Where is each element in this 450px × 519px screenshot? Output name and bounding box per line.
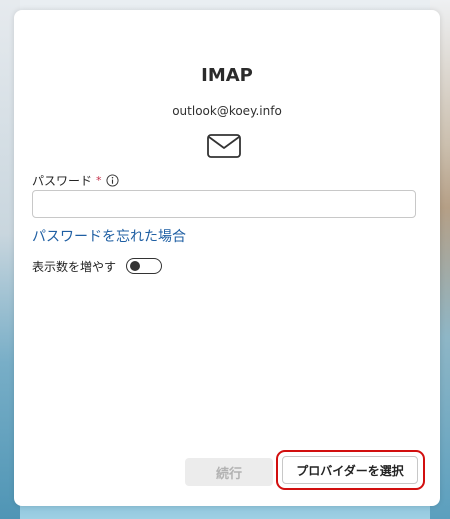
choose-provider-button[interactable]: プロバイダーを選択 — [282, 456, 418, 484]
password-label-row: パスワード * — [32, 170, 119, 190]
toggle-knob — [130, 261, 141, 271]
more-options-label: 表示数を増やす — [32, 259, 117, 274]
required-indicator: * — [96, 173, 102, 187]
imap-dialog: IMAP outlook@koey.info パスワード * パスワードを忘れた… — [14, 10, 440, 506]
info-icon[interactable] — [105, 173, 119, 187]
account-email: outlook@koey.info — [172, 104, 282, 118]
forgot-password-link[interactable]: パスワードを忘れた場合 — [32, 226, 186, 246]
more-options-row: 表示数を増やす — [32, 255, 163, 277]
dialog-title: IMAP — [201, 65, 253, 86]
more-options-toggle[interactable] — [126, 258, 163, 274]
continue-button[interactable]: 続行 — [185, 458, 273, 486]
mail-icon — [207, 134, 241, 158]
password-label: パスワード — [32, 173, 93, 188]
password-field[interactable] — [32, 190, 416, 218]
